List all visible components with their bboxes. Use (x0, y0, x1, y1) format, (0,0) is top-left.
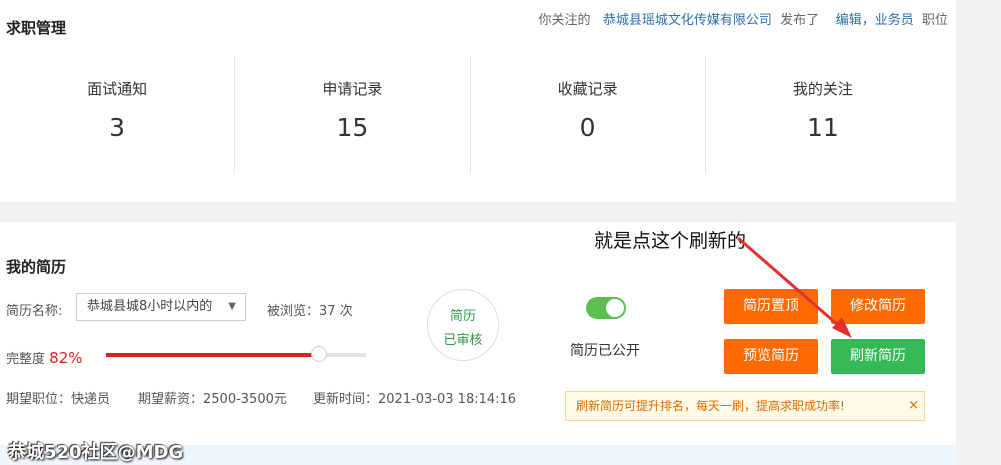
stat-label: 我的关注 (792, 80, 853, 98)
follow-notice: 你关注的 恭城县瑶城文化传媒有限公司 发布了 编辑，业务员 职位 (538, 9, 948, 28)
review-status-stamp: 简历 已审核 (427, 289, 499, 361)
stat-application-records[interactable]: 申请记录 15 (235, 56, 471, 174)
expected-salary: 期望薪资：2500-3500元 (138, 392, 287, 407)
toggle-knob (606, 299, 624, 317)
stat-value: 15 (336, 113, 369, 142)
notice-jobs-link[interactable]: 编辑，业务员 (836, 13, 914, 28)
stats-row: 面试通知 3 申请记录 15 收藏记录 0 我的关注 11 (0, 56, 940, 174)
job-management-panel: 求职管理 你关注的 恭城县瑶城文化传媒有限公司 发布了 编辑，业务员 职位 面试… (0, 0, 956, 202)
stat-value: 3 (109, 113, 126, 142)
stat-favorite-records[interactable]: 收藏记录 0 (471, 56, 706, 174)
refresh-tip: 刷新简历可提升排名，每天一刷，提高求职成功率! × (565, 391, 925, 421)
public-toggle[interactable] (586, 297, 626, 319)
preview-resume-button[interactable]: 预览简历 (724, 339, 818, 374)
updated-time: 更新时间：2021-03-03 18:14:16 (313, 392, 517, 407)
my-resume-title: 我的简历 (6, 258, 67, 276)
annotation-text: 就是点这个刷新的 (594, 230, 747, 252)
completeness-progress (106, 346, 366, 362)
public-label: 简历已公开 (570, 343, 640, 359)
top-resume-button[interactable]: 简历置顶 (724, 289, 818, 324)
resume-name-select[interactable]: 恭城县城8小时以内的 ▼ (76, 293, 246, 321)
job-management-title: 求职管理 (6, 19, 67, 37)
expected-position: 期望职位：快递员 (6, 392, 111, 407)
stamp-line-2: 已审核 (443, 333, 483, 348)
completeness-progress-fill (106, 353, 320, 357)
notice-suffix: 职位 (921, 13, 948, 28)
stat-value: 0 (579, 113, 596, 142)
stat-my-follows[interactable]: 我的关注 11 (706, 56, 940, 174)
stat-label: 面试通知 (87, 80, 148, 98)
notice-middle: 发布了 (780, 13, 820, 28)
notice-prefix: 你关注的 (538, 13, 591, 28)
completeness: 完整度 82% (6, 348, 83, 367)
stat-label: 收藏记录 (557, 80, 618, 98)
stat-value: 11 (806, 113, 839, 142)
notice-company-link[interactable]: 恭城县瑶城文化传媒有限公司 (603, 13, 772, 28)
stat-interview-notices[interactable]: 面试通知 3 (0, 56, 236, 174)
stamp-line-1: 简历 (449, 309, 476, 324)
caret-down-icon: ▼ (228, 301, 236, 312)
close-icon[interactable]: × (908, 392, 919, 420)
refresh-resume-button[interactable]: 刷新简历 (831, 339, 925, 374)
edit-resume-button[interactable]: 修改简历 (831, 289, 925, 324)
stat-label: 申请记录 (322, 80, 383, 98)
watermark: 恭城520社区@MDG (8, 442, 184, 463)
completeness-label: 完整度 (6, 352, 46, 367)
view-count: 被浏览：37 次 (267, 304, 353, 319)
tip-text: 刷新简历可提升排名，每天一刷，提高求职成功率! (576, 399, 845, 413)
completeness-value: 82% (49, 349, 83, 367)
resume-name-value: 恭城县城8小时以内的 (87, 299, 213, 314)
resume-name-label: 简历名称: (6, 304, 63, 319)
